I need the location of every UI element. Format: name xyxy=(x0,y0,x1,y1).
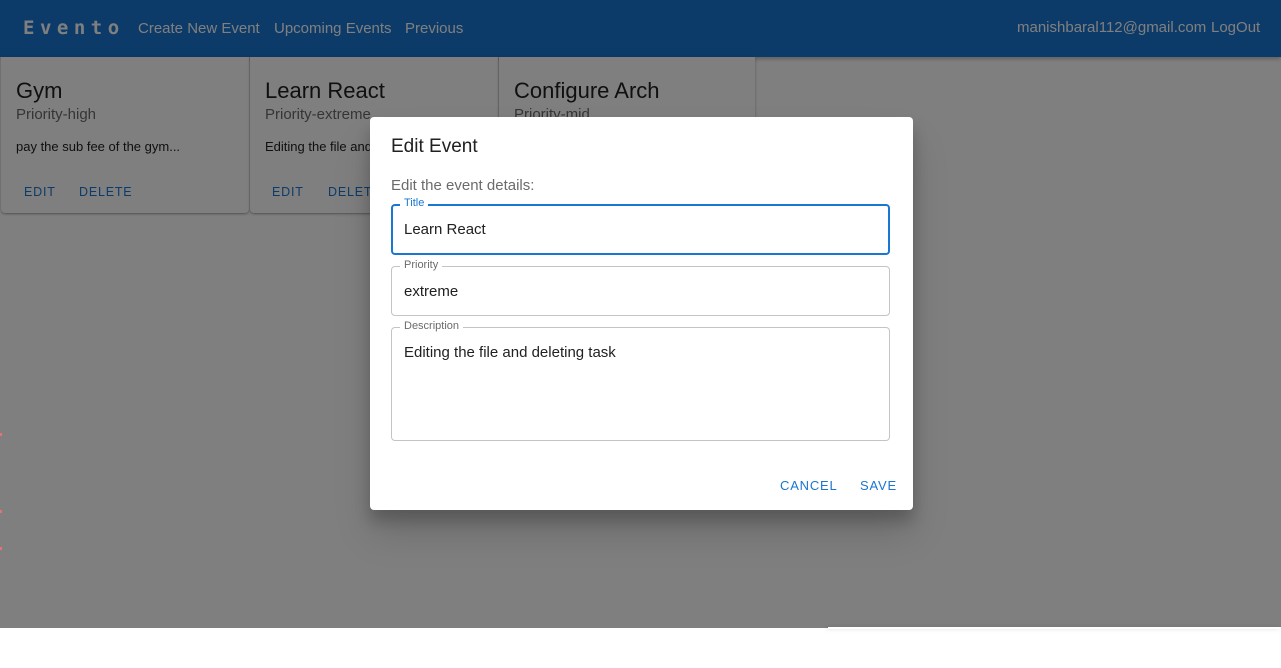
save-button[interactable]: SAVE xyxy=(860,478,897,494)
edit-event-dialog: Edit Event Edit the event details: Title… xyxy=(370,117,913,510)
dialog-title: Edit Event xyxy=(391,136,478,157)
title-field[interactable]: Title xyxy=(391,197,890,255)
priority-field[interactable]: Priority xyxy=(391,259,890,316)
dialog-subtitle: Edit the event details: xyxy=(391,177,535,194)
cancel-button[interactable]: CANCEL xyxy=(780,478,838,494)
title-field-label: Title xyxy=(400,197,429,210)
priority-field-label: Priority xyxy=(400,259,443,272)
edge-mark xyxy=(0,510,2,513)
priority-input[interactable] xyxy=(404,283,874,301)
description-textarea[interactable]: Editing the file and deleting task xyxy=(404,344,874,424)
title-input[interactable] xyxy=(404,221,874,239)
description-field[interactable]: Description Editing the file and deletin… xyxy=(391,320,890,441)
edge-mark xyxy=(0,433,2,436)
bottom-strip xyxy=(828,627,1281,629)
edge-mark xyxy=(0,547,2,550)
description-field-label: Description xyxy=(400,320,464,333)
